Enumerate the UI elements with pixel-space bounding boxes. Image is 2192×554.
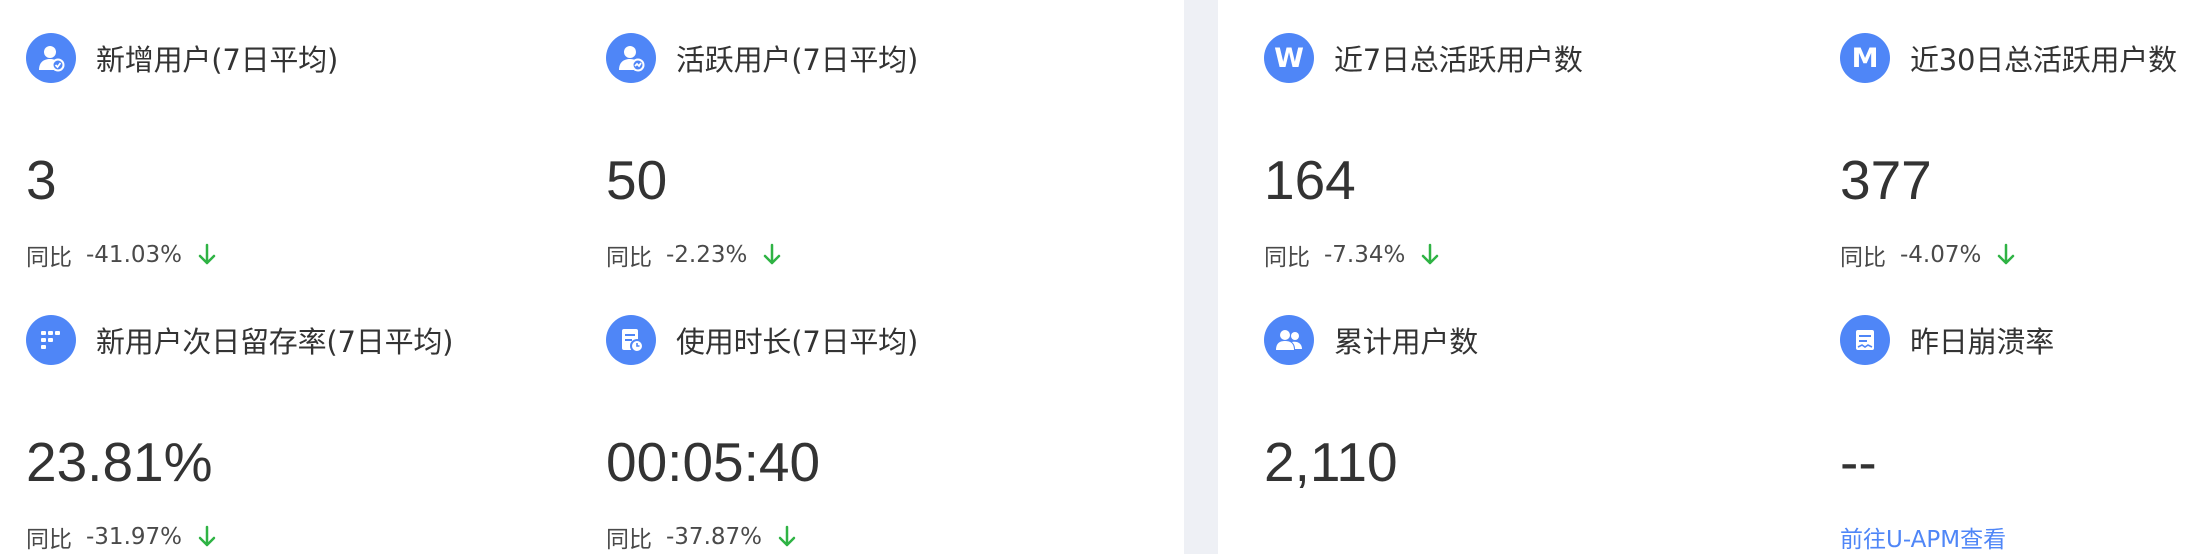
card-title: 新用户次日留存率(7日平均) bbox=[96, 325, 454, 359]
comparison-value: -41.03% bbox=[86, 242, 182, 268]
metric-card-30day-active: M 近30日总活跃用户数 377 同比 -4.07% bbox=[1840, 30, 2177, 271]
metric-card-usage-duration: 使用时长(7日平均) 00:05:40 同比 -37.87% bbox=[606, 312, 1166, 553]
metric-value: 00:05:40 bbox=[606, 431, 821, 493]
metric-value: 23.81% bbox=[26, 431, 213, 493]
dashboard-overview: 新增用户(7日平均) 3 同比 -41.03% 活跃用户(7日平均) 50 同比… bbox=[0, 0, 2192, 554]
card-title: 新增用户(7日平均) bbox=[96, 43, 339, 77]
arrow-down-icon bbox=[1997, 243, 2015, 267]
metric-value: 50 bbox=[606, 149, 668, 211]
arrow-down-icon bbox=[1421, 243, 1439, 267]
card-header: M 近30日总活跃用户数 bbox=[1840, 30, 2177, 86]
arrow-down-icon bbox=[778, 525, 796, 549]
comparison-label: 同比 bbox=[26, 527, 72, 553]
comparison-value: -31.97% bbox=[86, 524, 182, 550]
comparison-row: 同比 -2.23% bbox=[606, 236, 781, 274]
comparison-label: 同比 bbox=[606, 245, 652, 271]
comparison-row: 同比 -7.34% bbox=[1264, 236, 1439, 274]
comparison-row: 同比 -31.97% bbox=[26, 518, 216, 554]
arrow-down-icon bbox=[198, 243, 216, 267]
card-title: 昨日崩溃率 bbox=[1910, 325, 2055, 359]
card-header: 使用时长(7日平均) bbox=[606, 312, 918, 368]
comparison-value: -37.87% bbox=[666, 524, 762, 550]
retention-icon bbox=[26, 315, 76, 365]
card-title: 累计用户数 bbox=[1334, 325, 1479, 359]
arrow-down-icon bbox=[763, 243, 781, 267]
card-header: 活跃用户(7日平均) bbox=[606, 30, 918, 86]
comparison-value: -4.07% bbox=[1900, 242, 1982, 268]
comparison-label: 同比 bbox=[26, 245, 72, 271]
icon-letter: W bbox=[1274, 42, 1304, 74]
comparison-row: 同比 -41.03% bbox=[26, 236, 216, 274]
go-to-u-apm-link[interactable]: 前往U-APM查看 bbox=[1840, 518, 2006, 554]
metric-value: 3 bbox=[26, 149, 57, 211]
total-users-icon bbox=[1264, 315, 1314, 365]
metric-value: -- bbox=[1840, 431, 1877, 493]
crash-report-icon bbox=[1840, 315, 1890, 365]
card-title: 活跃用户(7日平均) bbox=[676, 43, 919, 77]
arrow-down-icon bbox=[198, 525, 216, 549]
comparison-value: -7.34% bbox=[1324, 242, 1406, 268]
metric-value: 164 bbox=[1264, 149, 1356, 211]
comparison-value: -2.23% bbox=[666, 242, 748, 268]
comparison-label: 同比 bbox=[606, 527, 652, 553]
card-title: 近7日总活跃用户数 bbox=[1334, 43, 1583, 77]
comparison-label: 同比 bbox=[1840, 245, 1886, 271]
metric-card-active-users: 活跃用户(7日平均) 50 同比 -2.23% bbox=[606, 30, 1166, 271]
icon-letter: M bbox=[1851, 42, 1879, 74]
active-user-icon bbox=[606, 33, 656, 83]
metric-card-crash-rate: 昨日崩溃率 -- 前往U-APM查看 bbox=[1840, 312, 2170, 553]
new-user-icon bbox=[26, 33, 76, 83]
usage-duration-icon bbox=[606, 315, 656, 365]
card-title: 近30日总活跃用户数 bbox=[1910, 43, 2177, 77]
card-header: 累计用户数 bbox=[1264, 312, 1478, 368]
metric-card-total-users: 累计用户数 2,110 bbox=[1264, 312, 1824, 542]
card-header: W 近7日总活跃用户数 bbox=[1264, 30, 1583, 86]
week-icon: W bbox=[1264, 33, 1314, 83]
card-header: 昨日崩溃率 bbox=[1840, 312, 2054, 368]
month-icon: M bbox=[1840, 33, 1890, 83]
metric-card-7day-active: W 近7日总活跃用户数 164 同比 -7.34% bbox=[1264, 30, 1824, 271]
card-title: 使用时长(7日平均) bbox=[676, 325, 919, 359]
metric-value: 377 bbox=[1840, 149, 1932, 211]
card-header: 新增用户(7日平均) bbox=[26, 30, 338, 86]
comparison-row: 同比 -37.87% bbox=[606, 518, 796, 554]
metric-value: 2,110 bbox=[1264, 431, 1398, 493]
comparison-row: 同比 -4.07% bbox=[1840, 236, 2015, 274]
comparison-label: 同比 bbox=[1264, 245, 1310, 271]
metric-card-retention: 新用户次日留存率(7日平均) 23.81% 同比 -31.97% bbox=[26, 312, 586, 553]
panel-divider bbox=[1184, 0, 1218, 554]
card-header: 新用户次日留存率(7日平均) bbox=[26, 312, 453, 368]
metric-card-new-users: 新增用户(7日平均) 3 同比 -41.03% bbox=[26, 30, 586, 271]
